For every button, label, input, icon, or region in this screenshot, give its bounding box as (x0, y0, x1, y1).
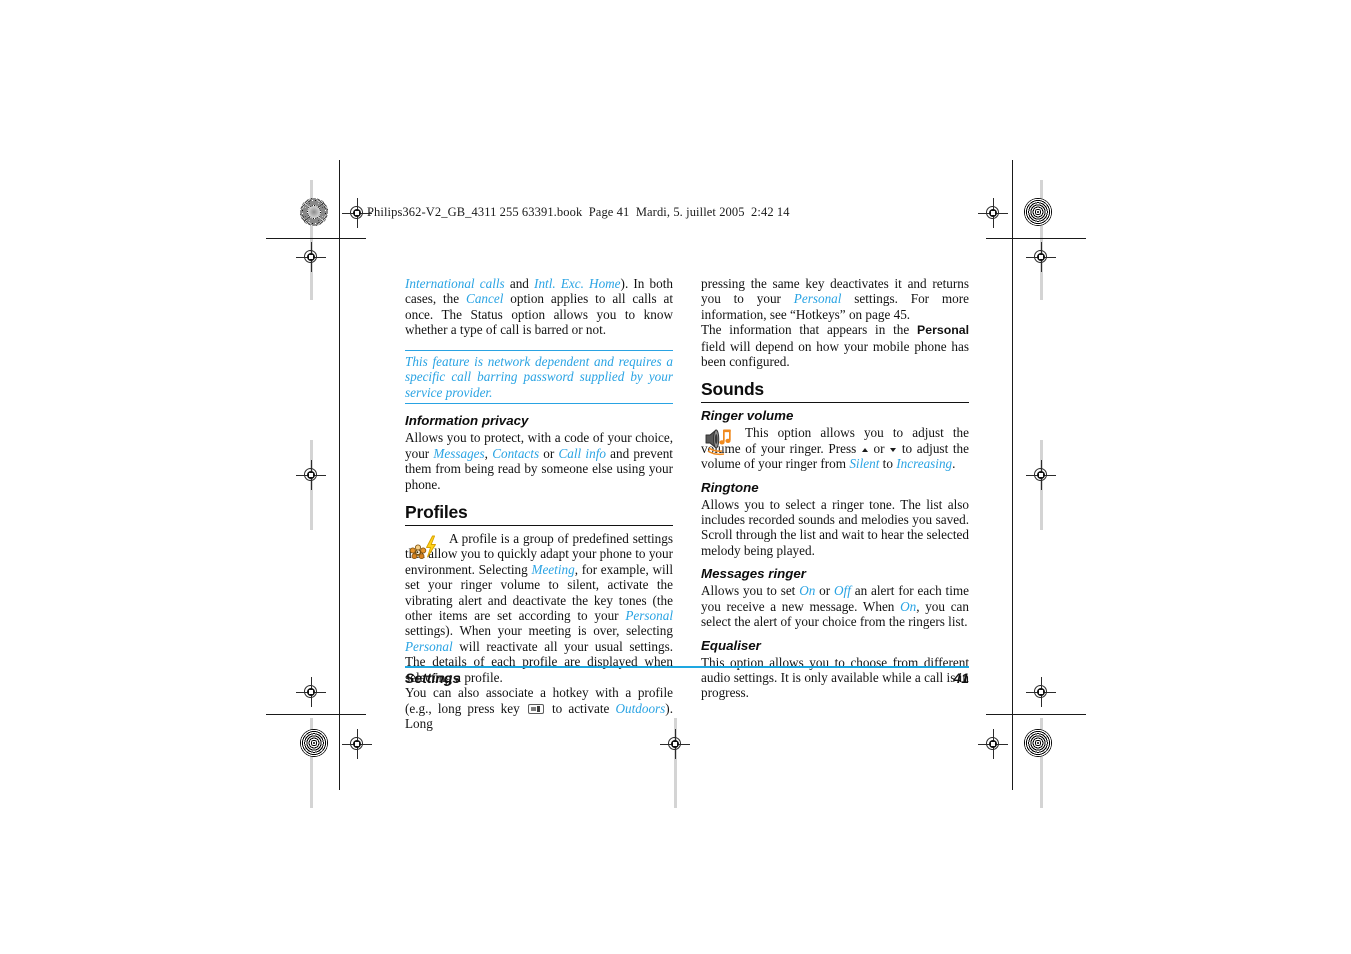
trim-line-left (339, 160, 340, 790)
paragraph-profiles-hotkey: You can also associate a hotkey with a p… (405, 685, 673, 731)
up-triangle-icon (861, 447, 868, 452)
registration-mark-top-right (978, 198, 1008, 228)
text-and: and (504, 276, 535, 291)
term-intl-exc-home: Intl. Exc. Home (534, 276, 621, 291)
heading-messages-ringer: Messages ringer (701, 566, 806, 582)
term-on-2: On (900, 598, 917, 614)
footer-section-name: Settings (405, 670, 461, 687)
registration-mark-upper-left (296, 242, 326, 272)
heading-equaliser: Equaliser (701, 637, 761, 653)
text-msg-a: Allows you to set (701, 583, 800, 599)
term-call-info: Call info (558, 445, 606, 461)
screen-angle-target-top-right (1024, 198, 1052, 226)
heading-ringtone: Ringtone (701, 479, 759, 495)
text-ringer-period: . (952, 456, 956, 472)
term-on-1: On (799, 583, 816, 599)
paragraph-information-privacy: Allows you to protect, with a code of yo… (405, 430, 673, 492)
trim-line-bottom-right (986, 714, 1086, 715)
registration-mark-lower-right (1026, 677, 1056, 707)
heading-ringer-volume: Ringer volume (701, 408, 794, 424)
term-contacts: Contacts (492, 445, 540, 461)
footer-page-number: 41 (953, 670, 969, 687)
registration-mark-lower-left (296, 677, 326, 707)
down-triangle-icon (890, 447, 897, 452)
term-international-calls: International calls (405, 276, 505, 291)
term-silent: Silent (849, 456, 880, 472)
trim-line-bottom-left (266, 714, 366, 715)
paragraph-profiles-description: A profile is a group of predefined setti… (405, 531, 673, 685)
book-header-line: Philips362-V2_GB_4311 255 63391.book Pag… (367, 205, 790, 219)
term-increasing: Increasing (896, 456, 953, 472)
heading-sounds: Sounds (701, 379, 764, 400)
paragraph-ringer-volume: This option allows you to adjust the vol… (701, 425, 969, 471)
registration-mark-bottom-right (978, 729, 1008, 759)
registration-mark-mid-left (296, 460, 326, 490)
heading-profiles: Profiles (405, 502, 468, 523)
term-personal-2: Personal (405, 638, 453, 654)
paragraph-messages-ringer: Allows you to set On or Off an alert for… (701, 583, 969, 629)
note-network-dependent: This feature is network dependent and re… (405, 349, 673, 405)
term-personal-3: Personal (793, 291, 842, 307)
term-messages: Messages (433, 445, 485, 461)
page-footer: Settings 41 (405, 666, 969, 686)
speaker-music-note-icon (703, 426, 737, 456)
footer-rule (405, 666, 969, 669)
text-profile-c: settings). When your meeting is over, se… (405, 623, 673, 639)
text-ringer-or: or (868, 440, 890, 456)
text-msg-or: or (815, 583, 835, 599)
left-text-column: International calls and Intl. Exc. Home)… (405, 276, 673, 731)
term-outdoors: Outdoors (615, 700, 666, 716)
right-text-column: pressing the same key deactivates it and… (701, 276, 969, 701)
paragraph-ringtone: Allows you to select a ringer tone. The … (701, 496, 969, 558)
registration-mark-upper-right (1026, 242, 1056, 272)
trim-line-top-right (986, 238, 1086, 239)
text-or: or (539, 445, 559, 461)
term-off: Off (834, 583, 851, 599)
keypad-key-icon (527, 703, 544, 714)
heading-information-privacy: Information privacy (405, 413, 529, 429)
text-ringer-to: to (879, 456, 897, 472)
term-personal-1: Personal (625, 608, 673, 624)
screen-angle-target-bottom-right (1024, 729, 1052, 757)
rule-under-profiles (405, 525, 673, 527)
trim-line-top-left (266, 238, 366, 239)
text-personal-field-b: field will depend on how your mobile pho… (701, 338, 969, 370)
term-meeting: Meeting (531, 561, 575, 577)
trim-line-right (1012, 160, 1013, 790)
paragraph-call-barring: International calls and Intl. Exc. Home)… (405, 276, 673, 338)
profiles-intro-block: A profile is a group of predefined setti… (405, 531, 673, 685)
registration-mark-mid-right (1026, 460, 1056, 490)
term-cancel: Cancel (466, 291, 504, 307)
screen-angle-target-top-left (300, 198, 328, 226)
term-personal-bold: Personal (917, 323, 969, 338)
ringer-volume-block: This option allows you to adjust the vol… (701, 425, 969, 471)
paragraph-personal-field: The information that appears in the Pers… (701, 322, 969, 369)
profile-gear-lightning-icon (407, 533, 441, 563)
text-hotkey-b: to activate (545, 700, 616, 716)
text-personal-field-a: The information that appears in the (701, 322, 918, 338)
rule-under-sounds (701, 402, 969, 404)
registration-mark-bottom-center (660, 729, 690, 759)
registration-mark-bottom-left (342, 729, 372, 759)
paragraph-hotkey-continued: pressing the same key deactivates it and… (701, 276, 969, 322)
screen-angle-target-bottom-left (300, 729, 328, 757)
